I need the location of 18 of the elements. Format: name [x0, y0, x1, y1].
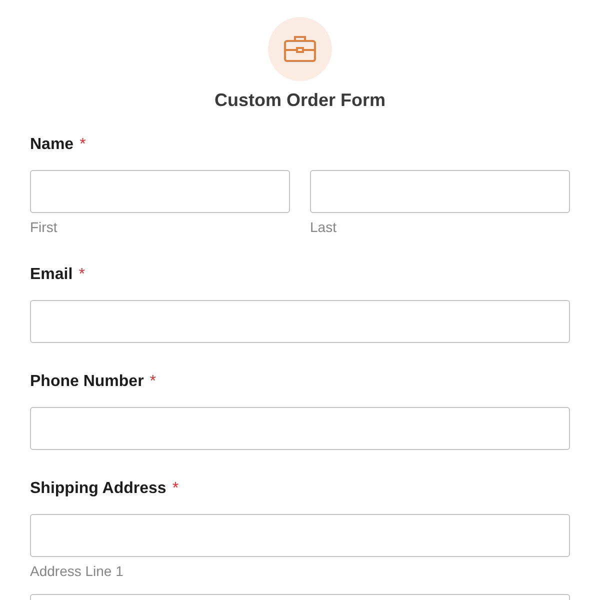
input-field[interactable]	[310, 170, 570, 213]
field-sublabel: Address Line 1	[30, 563, 124, 580]
form-title: Custom Order Form	[214, 89, 386, 111]
input-field[interactable]	[30, 300, 570, 343]
briefcase-icon	[268, 17, 332, 81]
field-label: Name	[30, 135, 74, 155]
field-label: Phone Number	[30, 372, 144, 392]
input-field[interactable]	[30, 170, 290, 213]
input-field[interactable]	[30, 514, 570, 557]
field-label: Shipping Address	[30, 479, 166, 499]
field-sublabel: First	[30, 219, 58, 236]
required-mark: *	[78, 265, 85, 285]
field-label: Email	[30, 265, 73, 285]
required-mark: *	[150, 372, 156, 392]
required-mark: *	[172, 479, 179, 499]
required-mark: *	[80, 135, 86, 155]
field-sublabel: Last	[310, 219, 338, 236]
input-field[interactable]	[30, 407, 570, 450]
